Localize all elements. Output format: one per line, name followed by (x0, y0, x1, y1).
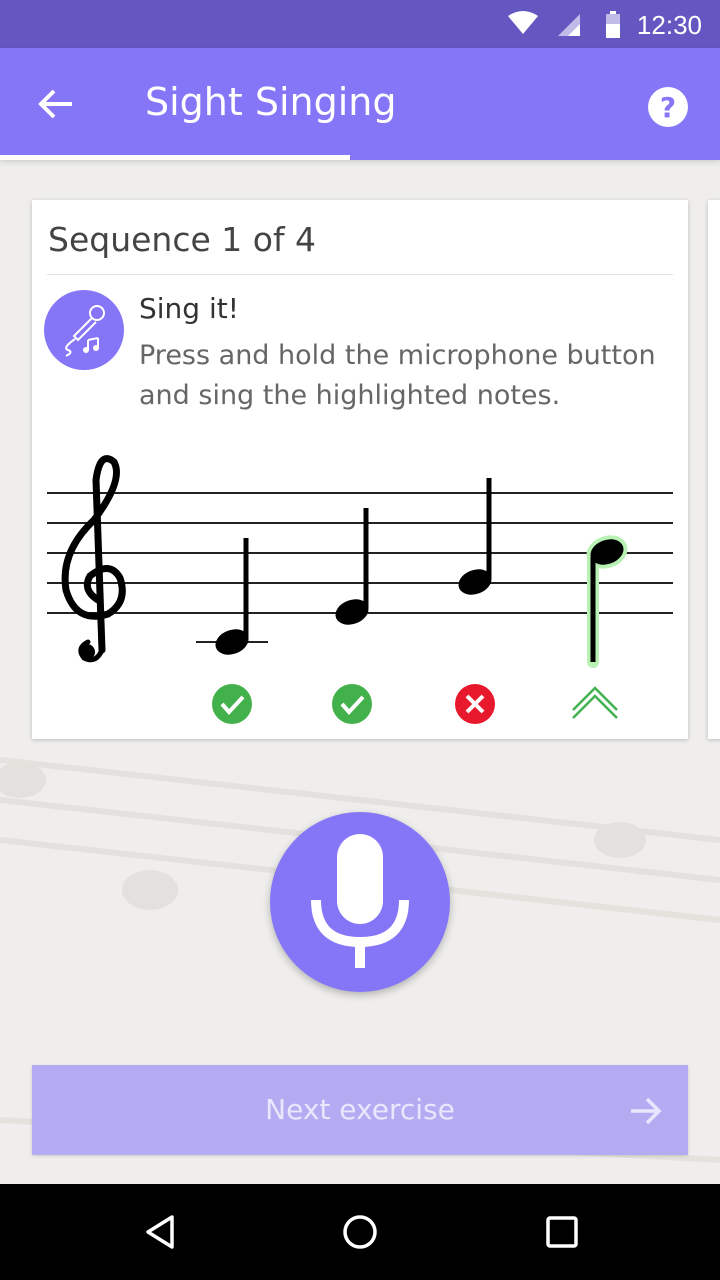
nav-back-icon[interactable] (140, 1212, 180, 1252)
back-arrow-icon[interactable] (34, 82, 78, 126)
help-icon[interactable]: ? (646, 85, 690, 129)
chevron-up-icon (572, 686, 618, 719)
instruction-title: Sing it! (139, 292, 239, 325)
microphone-icon (311, 834, 409, 968)
treble-clef-icon (61, 455, 126, 663)
sequence-label: Sequence 1 of 4 (48, 220, 317, 259)
status-bar: 12:30 (0, 0, 720, 48)
music-staff (47, 455, 673, 724)
note (196, 538, 268, 724)
nav-recents-icon[interactable] (542, 1212, 582, 1252)
instruction-text: Press and hold the microphone button and… (139, 340, 656, 411)
note (572, 535, 628, 719)
next-exercise-button[interactable]: Next exercise (32, 1065, 688, 1155)
note (455, 478, 495, 724)
page-title: Sight Singing (145, 80, 397, 124)
status-time: 12:30 (636, 10, 702, 40)
svg-text:?: ? (660, 91, 676, 124)
system-nav-bar (0, 1184, 720, 1280)
nav-home-icon[interactable] (340, 1212, 380, 1252)
next-card-peek (708, 200, 720, 739)
next-exercise-label: Next exercise (265, 1093, 455, 1126)
note (332, 508, 372, 724)
arrow-right-icon (631, 1097, 662, 1125)
notes-layer (196, 478, 628, 724)
divider (47, 274, 673, 275)
check-icon (212, 684, 252, 724)
sequence-card: Sequence 1 of 4 Sing it! Press and hold … (32, 200, 688, 739)
instruction-badge (44, 290, 124, 370)
microphone-note-icon (65, 305, 105, 357)
microphone-button[interactable] (270, 812, 450, 992)
wifi-icon (508, 11, 538, 34)
staff-lines (47, 492, 673, 614)
check-icon (332, 684, 372, 724)
status-icons (508, 11, 620, 38)
app-bar: Sight Singing ? (0, 48, 720, 158)
